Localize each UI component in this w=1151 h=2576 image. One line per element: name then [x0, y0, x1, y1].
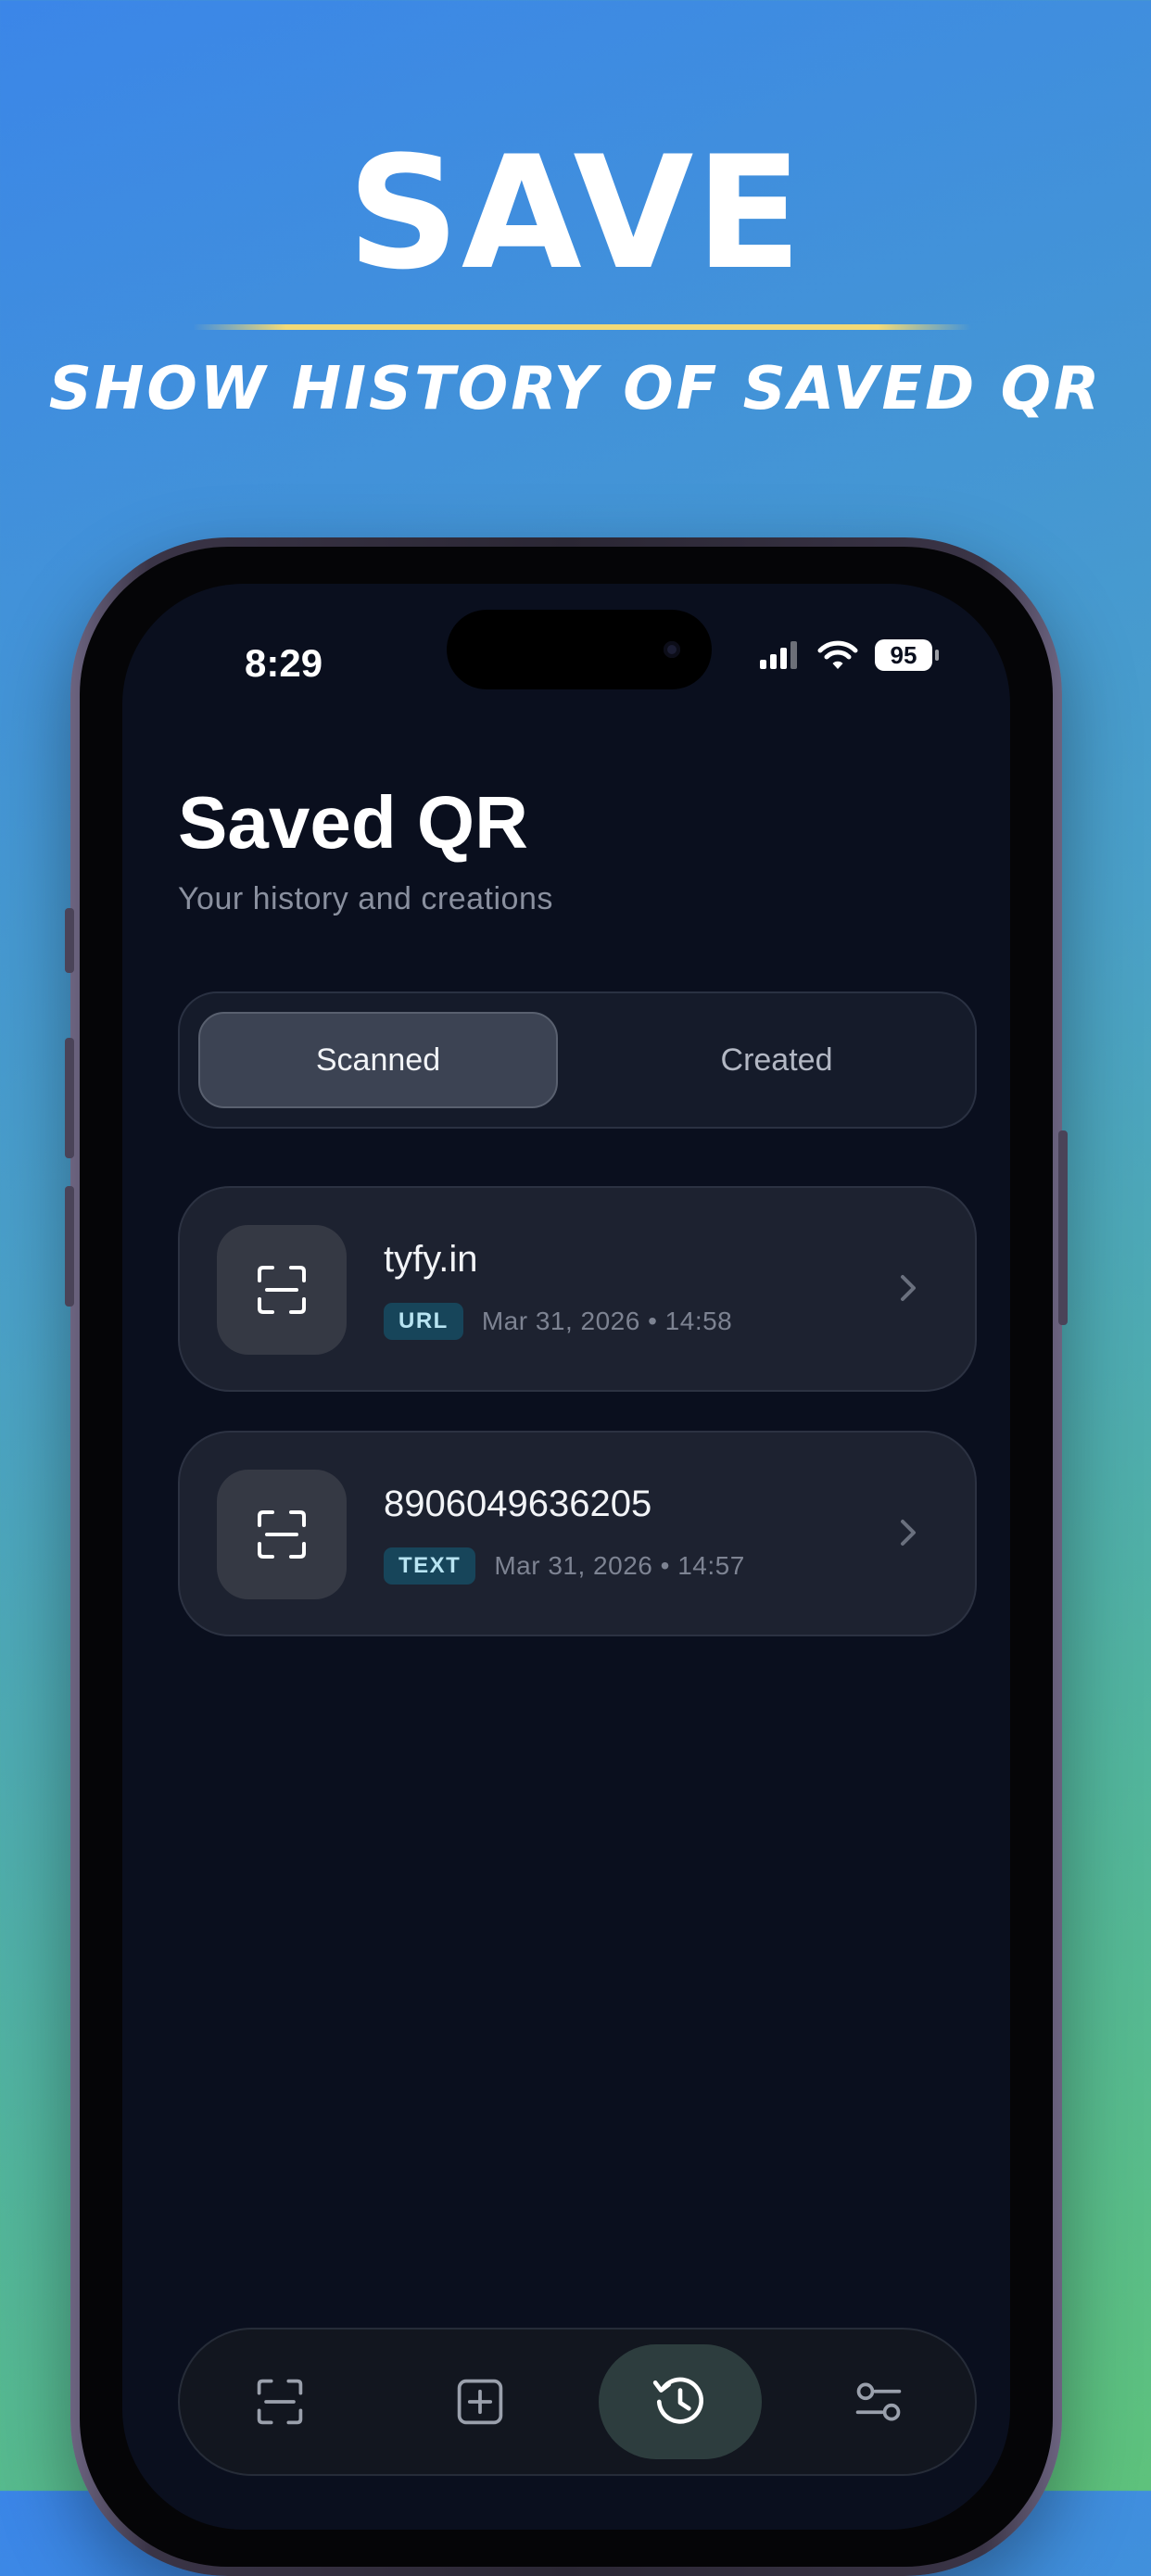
- phone-action-button: [65, 908, 74, 973]
- history-item-card[interactable]: 8906049636205 TEXT Mar 31, 2026 • 14:57: [178, 1431, 977, 1636]
- history-segmented-control: Scanned Created: [178, 991, 977, 1129]
- dynamic-island: [447, 610, 712, 689]
- phone-screen: 8:29 95 Saved QR Your history and creati…: [122, 584, 1010, 2530]
- cellular-signal-icon: [760, 641, 797, 669]
- tab-created[interactable]: Created: [597, 1012, 956, 1108]
- item-timestamp: Mar 31, 2026 • 14:57: [494, 1551, 745, 1580]
- item-meta: TEXT Mar 31, 2026 • 14:57: [384, 1547, 745, 1585]
- bottom-tab-bar: [178, 2328, 977, 2476]
- item-type-badge: URL: [384, 1303, 463, 1340]
- item-title: 8906049636205: [384, 1484, 652, 1524]
- marketing-headline: SAVE: [347, 122, 804, 304]
- history-item-card[interactable]: tyfy.in URL Mar 31, 2026 • 14:58: [178, 1186, 977, 1392]
- tab-scanned[interactable]: Scanned: [198, 1012, 558, 1108]
- tab-bar-scan[interactable]: [222, 2344, 337, 2459]
- headline-divider: [193, 324, 971, 330]
- marketing-subheadline: SHOW HISTORY OF SAVED QR: [48, 355, 1103, 423]
- wifi-icon: [817, 640, 858, 669]
- phone-volume-down: [65, 1186, 74, 1307]
- chevron-right-icon: [901, 1275, 916, 1301]
- history-icon: [652, 2377, 704, 2424]
- scan-icon: [258, 1510, 306, 1559]
- status-indicators: 95: [760, 639, 939, 671]
- front-camera: [664, 641, 680, 658]
- item-type-icon-tile: [217, 1225, 347, 1355]
- tab-bar-settings[interactable]: [821, 2344, 936, 2459]
- item-meta: URL Mar 31, 2026 • 14:58: [384, 1303, 732, 1340]
- scan-icon: [258, 1266, 306, 1314]
- page-subtitle: Your history and creations: [178, 881, 553, 916]
- item-title: tyfy.in: [384, 1239, 478, 1280]
- item-type-badge: TEXT: [384, 1547, 476, 1585]
- add-square-icon: [457, 2379, 503, 2425]
- settings-sliders-icon: [855, 2382, 902, 2421]
- phone-volume-up: [65, 1038, 74, 1158]
- phone-bezel: 8:29 95 Saved QR Your history and creati…: [80, 547, 1053, 2567]
- phone-frame: 8:29 95 Saved QR Your history and creati…: [65, 537, 1068, 2576]
- tab-bar-history[interactable]: [599, 2344, 762, 2459]
- item-type-icon-tile: [217, 1470, 347, 1599]
- scan-icon: [257, 2379, 303, 2425]
- battery-indicator: 95: [875, 639, 939, 671]
- tab-bar-create[interactable]: [423, 2344, 538, 2459]
- page-title: Saved QR: [178, 781, 528, 864]
- status-time: 8:29: [245, 641, 323, 685]
- chevron-right-icon: [901, 1520, 916, 1546]
- phone-side-button: [1058, 1130, 1068, 1325]
- item-timestamp: Mar 31, 2026 • 14:58: [481, 1307, 733, 1335]
